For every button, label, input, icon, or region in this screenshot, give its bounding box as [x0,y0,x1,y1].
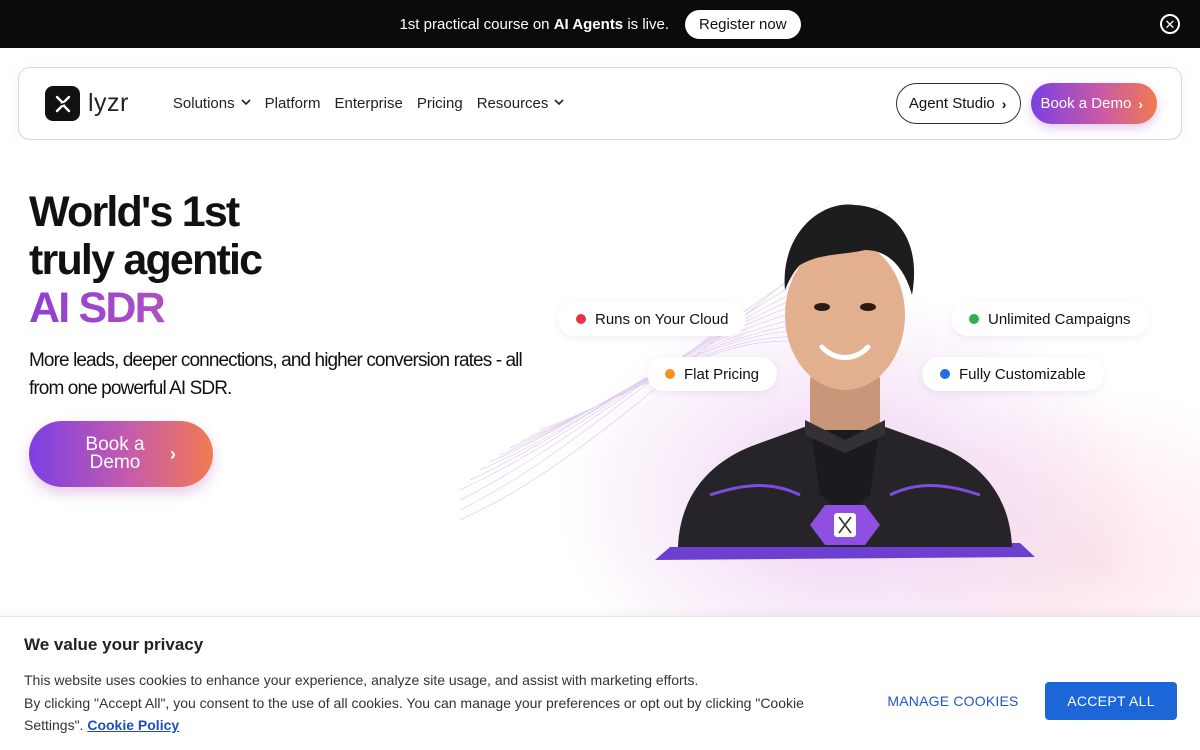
main-menu: Solutions Platform Enterprise Pricing Re… [173,95,579,112]
hero-title: World's 1st truly agentic AI SDR [29,188,263,332]
nav-actions: Agent Studio › Book a Demo › [895,83,1157,124]
cookie-text: This website uses cookies to enhance you… [24,669,844,737]
menu-item-label: Solutions [172,95,235,112]
agent-studio-label: Agent Studio [908,95,995,112]
menu-item-pricing[interactable]: Pricing [417,95,463,112]
book-demo-button[interactable]: Book a Demo › [1031,83,1157,124]
hero-cta-label: Book a Demo [85,434,145,473]
feature-pill: Flat Pricing [647,357,778,391]
register-now-button[interactable]: Register now [685,9,801,39]
feature-pill: Runs on Your Cloud [558,302,747,336]
feature-pill-label: Flat Pricing [684,365,760,383]
menu-item-label: Resources [476,95,549,112]
feature-pill: Unlimited Campaigns [951,302,1149,336]
hero-title-line: truly agentic [29,236,263,284]
hero-title-highlight: AI SDR [29,284,261,332]
menu-item-platform[interactable]: Platform [265,95,321,112]
cookie-text-line: This website uses cookies to enhance you… [24,672,699,688]
feature-pill: Fully Customizable [922,357,1104,391]
hero-book-demo-button[interactable]: Book a Demo › [29,421,213,487]
status-dot-icon [940,369,950,379]
hero-subtitle: More leads, deeper connections, and high… [29,350,523,399]
navbar: lyzr Solutions Platform Enterprise Prici… [18,67,1182,140]
logo-text: lyzr [88,89,129,117]
chevron-down-icon [554,98,564,109]
status-dot-icon [969,314,979,324]
chevron-right-icon: › [1001,95,1007,112]
manage-cookies-button[interactable]: MANAGE COOKIES [880,684,1026,718]
menu-item-label: Enterprise [334,95,403,112]
menu-item-solutions[interactable]: Solutions [173,95,251,112]
cookie-banner: We value your privacy This website uses … [0,616,1200,750]
feature-pill-label: Fully Customizable [959,365,1086,383]
feature-pill-label: Unlimited Campaigns [988,310,1131,328]
feature-pill-label: Runs on Your Cloud [595,310,729,328]
close-icon[interactable]: ✕ [1160,14,1180,34]
menu-item-label: Platform [264,95,321,112]
menu-item-label: Pricing [416,95,463,112]
status-dot-icon [576,314,586,324]
lyzr-logo-icon [45,86,80,121]
chevron-right-icon: › [170,443,176,464]
logo[interactable]: lyzr [45,86,129,121]
menu-item-enterprise[interactable]: Enterprise [334,95,402,112]
hero-title-line: World's 1st [29,188,240,236]
announcement-bar: 1st practical course on AI Agents is liv… [0,0,1200,48]
agent-studio-button[interactable]: Agent Studio › [895,83,1022,124]
cookie-policy-link[interactable]: Cookie Policy [87,717,179,733]
chevron-down-icon [241,98,251,109]
announcement-text: 1st practical course on AI Agents is liv… [399,15,669,33]
status-dot-icon [665,369,675,379]
accept-all-button[interactable]: ACCEPT ALL [1045,682,1177,720]
book-demo-label: Book a Demo [1040,95,1132,112]
cookie-title: We value your privacy [24,635,204,654]
chevron-right-icon: › [1138,95,1143,112]
menu-item-resources[interactable]: Resources [477,95,565,112]
